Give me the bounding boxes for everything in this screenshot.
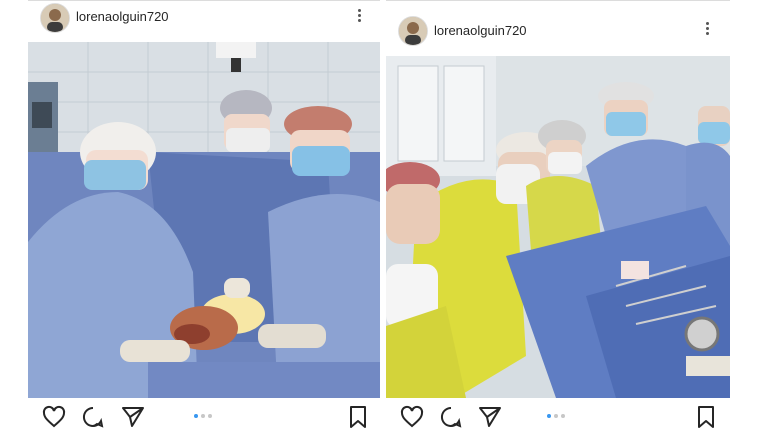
surgery-team-photo — [386, 56, 730, 398]
username-link[interactable]: lorenaolguin720 — [76, 9, 169, 24]
share-icon[interactable] — [478, 405, 502, 429]
carousel-dot — [561, 414, 565, 418]
heart-icon[interactable] — [42, 405, 66, 429]
avatar[interactable] — [398, 16, 428, 46]
comment-icon[interactable] — [439, 405, 463, 429]
more-options-icon[interactable] — [706, 22, 710, 38]
carousel-dot-active — [547, 414, 551, 418]
post-header: lorenaolguin720 — [386, 10, 730, 50]
heart-icon[interactable] — [400, 405, 424, 429]
carousel-dot-active — [194, 414, 198, 418]
username-link[interactable]: lorenaolguin720 — [434, 23, 527, 38]
bookmark-icon[interactable] — [346, 405, 370, 429]
comment-icon[interactable] — [81, 405, 105, 429]
post-header: lorenaolguin720 — [28, 0, 380, 36]
bookmark-icon[interactable] — [694, 405, 718, 429]
surgery-selfie-photo — [28, 42, 380, 398]
post-actions — [386, 405, 730, 431]
post-card-1: lorenaolguin720 — [28, 0, 380, 432]
post-card-2: lorenaolguin720 — [386, 0, 730, 432]
divider — [386, 0, 730, 1]
carousel-indicator — [547, 414, 565, 418]
share-icon[interactable] — [121, 405, 145, 429]
more-options-icon[interactable] — [358, 9, 362, 25]
carousel-indicator — [194, 414, 212, 418]
post-actions — [28, 405, 380, 431]
carousel-dot — [554, 414, 558, 418]
carousel-dot — [201, 414, 205, 418]
avatar[interactable] — [40, 3, 70, 33]
carousel-dot — [208, 414, 212, 418]
